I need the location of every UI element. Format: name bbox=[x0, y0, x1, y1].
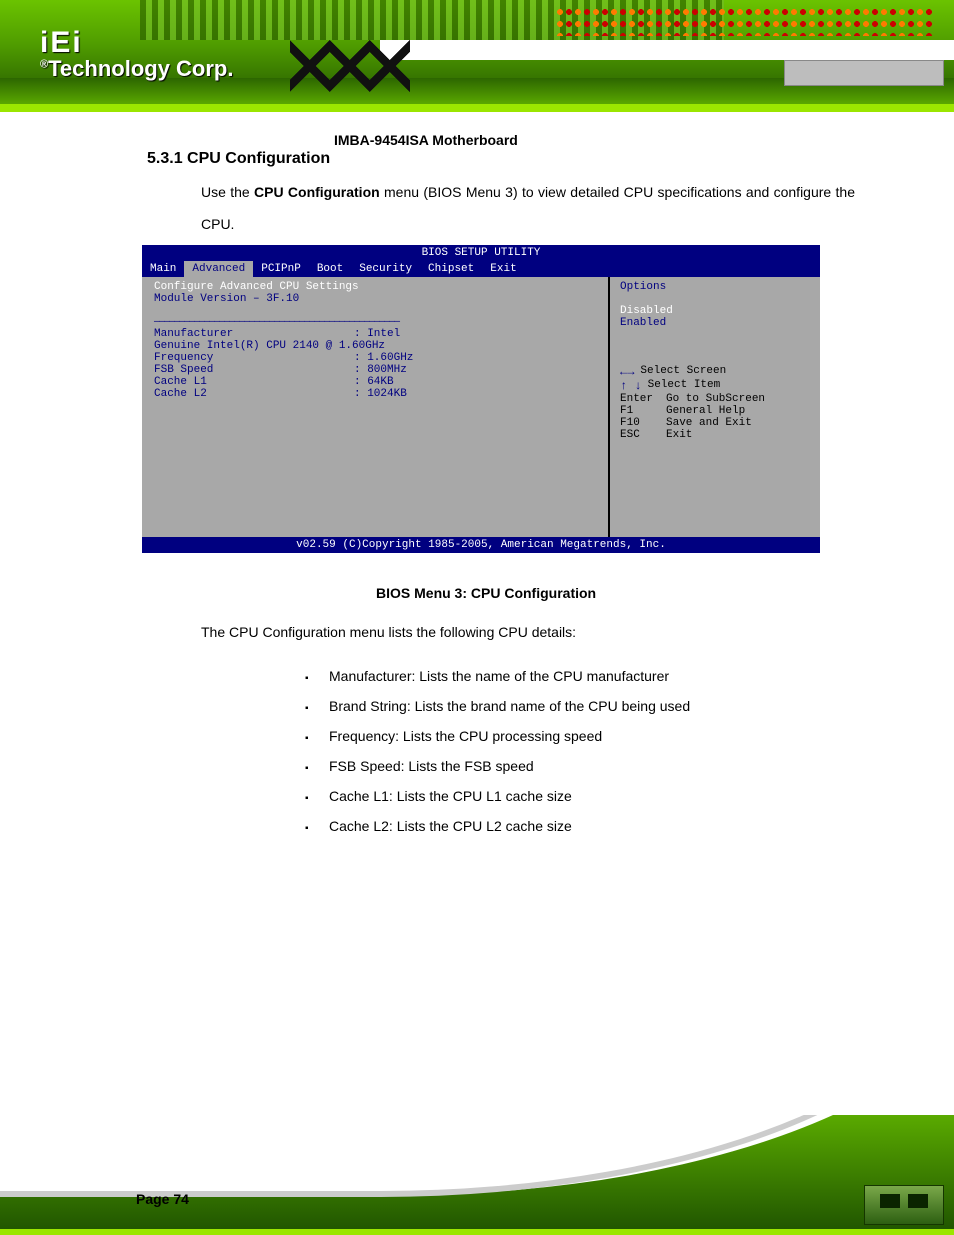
bios-help-pane: Options Disabled Enabled ←→Select Screen… bbox=[610, 277, 820, 537]
bios-tab-security[interactable]: Security bbox=[351, 261, 420, 277]
chip-decoration bbox=[864, 1185, 944, 1225]
page-number: Page 74 bbox=[136, 1191, 189, 1207]
bios-tab-bar: Main Advanced PCIPnP Boot Security Chips… bbox=[142, 261, 820, 277]
bios-figure-caption: BIOS Menu 3: CPU Configuration bbox=[376, 585, 596, 601]
list-item: Manufacturer: Lists the name of the CPU … bbox=[305, 668, 690, 684]
brand-logo: iEi ®Technology Corp. bbox=[40, 28, 270, 86]
cpu-details-list: Manufacturer: Lists the name of the CPU … bbox=[305, 668, 690, 848]
document-title: IMBA-9454ISA Motherboard bbox=[334, 132, 518, 148]
bios-tab-exit[interactable]: Exit bbox=[482, 261, 524, 277]
list-item: Brand String: Lists the brand name of th… bbox=[305, 698, 690, 714]
bios-main-pane: Configure Advanced CPU Settings Module V… bbox=[142, 277, 610, 537]
bios-tab-main[interactable]: Main bbox=[142, 261, 184, 277]
bios-tab-boot[interactable]: Boot bbox=[309, 261, 351, 277]
bios-tab-chipset[interactable]: Chipset bbox=[420, 261, 482, 277]
up-down-arrow-icon: ↑ ↓ bbox=[620, 379, 642, 393]
footer-banner bbox=[0, 1115, 954, 1235]
details-intro: The CPU Configuration menu lists the fol… bbox=[201, 624, 576, 640]
intro-paragraph: Use the CPU Configuration menu (BIOS Men… bbox=[201, 176, 855, 240]
left-right-arrow-icon: ←→ bbox=[620, 365, 634, 379]
section-heading: 5.3.1 CPU Configuration bbox=[147, 150, 330, 168]
list-item: Cache L1: Lists the CPU L1 cache size bbox=[305, 788, 690, 804]
logo-text: iEi bbox=[40, 26, 83, 59]
list-item: FSB Speed: Lists the FSB speed bbox=[305, 758, 690, 774]
bios-status-bar: v02.59 (C)Copyright 1985-2005, American … bbox=[142, 537, 820, 553]
bios-tab-advanced[interactable]: Advanced bbox=[184, 261, 253, 277]
list-item: Cache L2: Lists the CPU L2 cache size bbox=[305, 818, 690, 834]
bios-title: BIOS SETUP UTILITY bbox=[142, 245, 820, 261]
list-item: Frequency: Lists the CPU processing spee… bbox=[305, 728, 690, 744]
header-banner: iEi ®Technology Corp. bbox=[0, 0, 954, 112]
bios-tab-pcipnp[interactable]: PCIPnP bbox=[253, 261, 309, 277]
bios-screenshot: BIOS SETUP UTILITY Main Advanced PCIPnP … bbox=[142, 245, 820, 553]
